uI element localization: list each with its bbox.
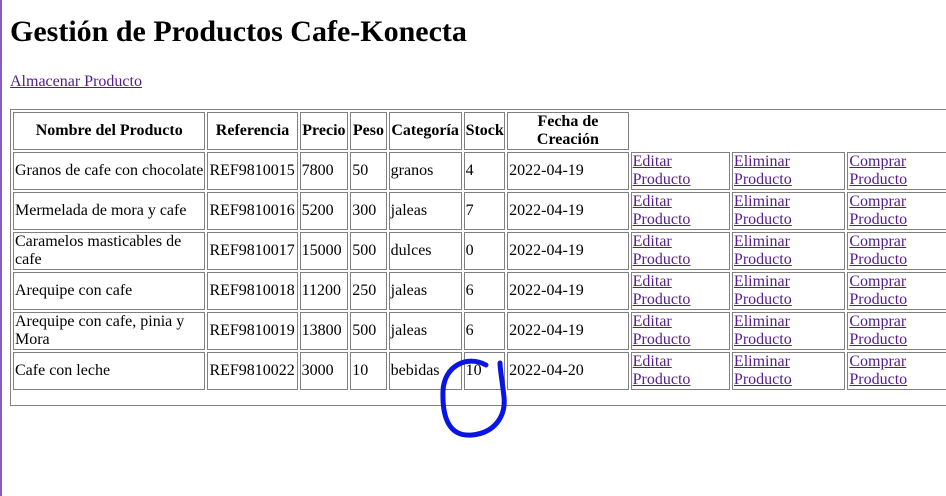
- product-name-cell: Arequipe con cafe: [13, 272, 206, 310]
- product-name-cell: Arequipe con cafe, pinia y Mora: [13, 312, 206, 350]
- reference-cell: REF9810018: [207, 272, 298, 310]
- price-cell: 3000: [299, 352, 349, 390]
- store-product-link[interactable]: Almacenar Producto: [10, 73, 142, 91]
- header-ref: Referencia: [207, 112, 298, 150]
- header-stock: Stock: [463, 112, 506, 150]
- buy-product-cell: Comprar Producto: [847, 272, 946, 310]
- products-table-frame: Nombre del Producto Referencia Precio Pe…: [10, 109, 946, 406]
- price-cell: 15000: [299, 232, 349, 270]
- reference-cell: REF9810019: [207, 312, 298, 350]
- weight-cell: 500: [350, 312, 387, 350]
- edit-product-link[interactable]: Editar Producto: [633, 273, 691, 308]
- date-cell: 2022-04-19: [507, 192, 629, 230]
- buy-product-cell: Comprar Producto: [847, 192, 946, 230]
- category-cell: jaleas: [388, 272, 462, 310]
- edit-product-cell: Editar Producto: [630, 352, 730, 390]
- buy-product-link[interactable]: Comprar Producto: [849, 193, 907, 228]
- reference-cell: REF9810022: [207, 352, 298, 390]
- weight-cell: 50: [350, 152, 387, 190]
- date-cell: 2022-04-19: [507, 152, 629, 190]
- stock-cell: 0: [463, 232, 506, 270]
- header-weight: Peso: [350, 112, 387, 150]
- buy-product-cell: Comprar Producto: [847, 352, 946, 390]
- delete-product-cell: Eliminar Producto: [731, 272, 846, 310]
- edit-product-link[interactable]: Editar Producto: [633, 233, 691, 268]
- weight-cell: 250: [350, 272, 387, 310]
- reference-cell: REF9810017: [207, 232, 298, 270]
- delete-product-link[interactable]: Eliminar Producto: [734, 233, 792, 268]
- weight-cell: 10: [350, 352, 387, 390]
- buy-product-link[interactable]: Comprar Producto: [849, 153, 907, 188]
- edit-product-cell: Editar Producto: [630, 232, 730, 270]
- delete-product-cell: Eliminar Producto: [731, 352, 846, 390]
- product-name-cell: Granos de cafe con chocolate: [13, 152, 206, 190]
- price-cell: 11200: [299, 272, 349, 310]
- edit-product-link[interactable]: Editar Producto: [633, 313, 691, 348]
- reference-cell: REF9810016: [207, 192, 298, 230]
- delete-product-cell: Eliminar Producto: [731, 152, 846, 190]
- delete-product-link[interactable]: Eliminar Producto: [734, 153, 792, 188]
- stock-cell: 4: [463, 152, 506, 190]
- delete-product-link[interactable]: Eliminar Producto: [734, 273, 792, 308]
- category-cell: dulces: [388, 232, 462, 270]
- delete-product-link[interactable]: Eliminar Producto: [734, 193, 792, 228]
- buy-product-link[interactable]: Comprar Producto: [849, 353, 907, 388]
- category-cell: bebidas: [388, 352, 462, 390]
- price-cell: 13800: [299, 312, 349, 350]
- date-cell: 2022-04-19: [507, 312, 629, 350]
- reference-cell: REF9810015: [207, 152, 298, 190]
- delete-product-cell: Eliminar Producto: [731, 232, 846, 270]
- buy-product-cell: Comprar Producto: [847, 232, 946, 270]
- table-row: Arequipe con cafe, pinia y Mora REF981001…: [13, 312, 946, 350]
- buy-product-cell: Comprar Producto: [847, 152, 946, 190]
- buy-product-cell: Comprar Producto: [847, 312, 946, 350]
- product-name-cell: Cafe con leche: [13, 352, 206, 390]
- edit-product-link[interactable]: Editar Producto: [633, 153, 691, 188]
- category-cell: jaleas: [388, 192, 462, 230]
- buy-product-link[interactable]: Comprar Producto: [849, 233, 907, 268]
- table-row: Arequipe con cafe REF9810018 11200 250 jalea…: [13, 272, 946, 310]
- date-cell: 2022-04-19: [507, 232, 629, 270]
- delete-product-cell: Eliminar Producto: [731, 192, 846, 230]
- date-cell: 2022-04-20: [507, 352, 629, 390]
- products-table: Nombre del Producto Referencia Precio Pe…: [11, 110, 946, 392]
- weight-cell: 500: [350, 232, 387, 270]
- category-cell: granos: [388, 152, 462, 190]
- page-title: Gestión de Productos Cafe-Konecta: [10, 15, 467, 48]
- table-row: Granos de cafe con chocolate REF9810015 78…: [13, 152, 946, 190]
- product-name-cell: Caramelos masticables de cafe: [13, 232, 206, 270]
- stock-cell: 7: [463, 192, 506, 230]
- edit-product-link[interactable]: Editar Producto: [633, 353, 691, 388]
- stock-cell: 6: [463, 272, 506, 310]
- delete-product-cell: Eliminar Producto: [731, 312, 846, 350]
- edit-product-cell: Editar Producto: [630, 272, 730, 310]
- edit-product-link[interactable]: Editar Producto: [633, 193, 691, 228]
- edit-product-cell: Editar Producto: [630, 192, 730, 230]
- header-price: Precio: [299, 112, 349, 150]
- header-category: Categoría: [388, 112, 462, 150]
- table-row: Mermelada de mora y cafe REF9810016 5200 30…: [13, 192, 946, 230]
- table-row: Caramelos masticables de cafe REF9810017 1…: [13, 232, 946, 270]
- date-cell: 2022-04-19: [507, 272, 629, 310]
- edit-product-cell: Editar Producto: [630, 312, 730, 350]
- stock-cell: 6: [463, 312, 506, 350]
- edit-product-cell: Editar Producto: [630, 152, 730, 190]
- header-date: Fecha de Creación: [507, 112, 629, 150]
- table-row: Cafe con leche REF9810022 3000 10 bebidas 10 2…: [13, 352, 946, 390]
- stock-cell: 10: [463, 352, 506, 390]
- header-name: Nombre del Producto: [13, 112, 206, 150]
- price-cell: 7800: [299, 152, 349, 190]
- buy-product-link[interactable]: Comprar Producto: [849, 313, 907, 348]
- buy-product-link[interactable]: Comprar Producto: [849, 273, 907, 308]
- price-cell: 5200: [299, 192, 349, 230]
- delete-product-link[interactable]: Eliminar Producto: [734, 313, 792, 348]
- delete-product-link[interactable]: Eliminar Producto: [734, 353, 792, 388]
- table-header-row: Nombre del Producto Referencia Precio Pe…: [13, 112, 946, 150]
- category-cell: jaleas: [388, 312, 462, 350]
- weight-cell: 300: [350, 192, 387, 230]
- product-name-cell: Mermelada de mora y cafe: [13, 192, 206, 230]
